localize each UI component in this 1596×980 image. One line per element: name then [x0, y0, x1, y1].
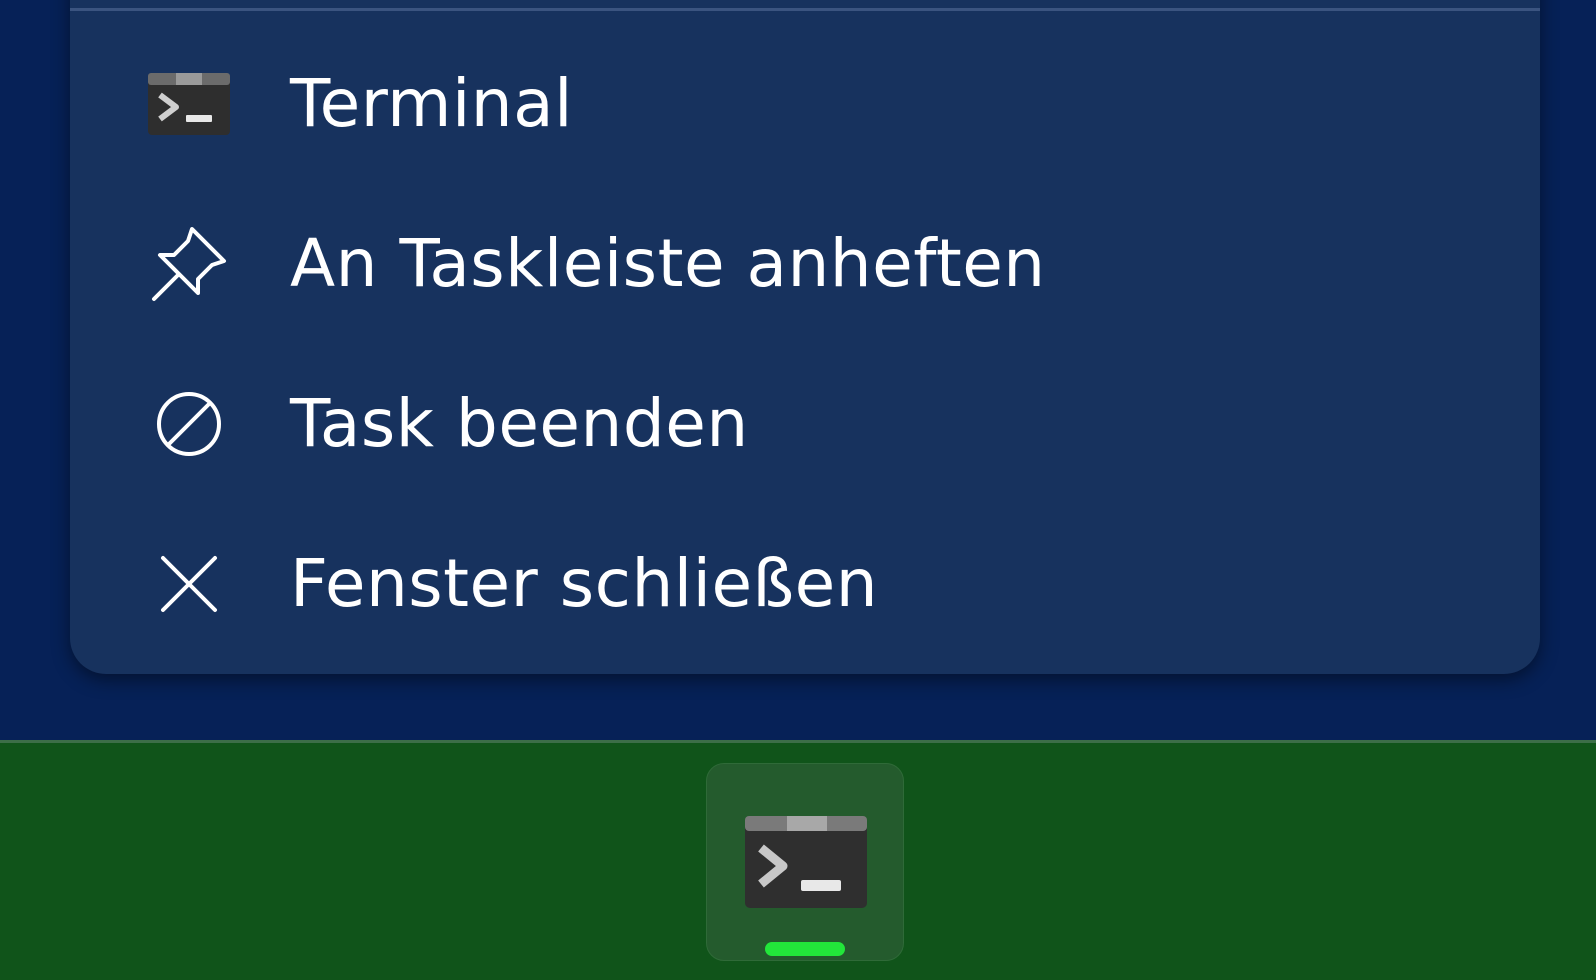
- menu-item-label: Fenster schließen: [290, 545, 879, 622]
- menu-item-pin-to-taskbar[interactable]: An Taskleiste anheften: [70, 194, 1540, 334]
- end-task-icon: [148, 383, 230, 465]
- menu-item-label: Task beenden: [290, 385, 749, 462]
- menu-item-end-task[interactable]: Task beenden: [70, 354, 1540, 494]
- menu-item-label: Terminal: [290, 65, 573, 142]
- running-indicator: [765, 942, 845, 956]
- taskbar-terminal-button[interactable]: [706, 763, 904, 961]
- taskbar-context-menu: Terminal An Taskleiste anheften Task bee…: [70, 0, 1540, 674]
- terminal-app-icon: [745, 816, 867, 908]
- menu-item-close-window[interactable]: Fenster schließen: [70, 514, 1540, 654]
- pin-icon: [148, 223, 230, 305]
- menu-divider: [70, 8, 1540, 11]
- taskbar: [0, 740, 1596, 980]
- close-icon: [148, 543, 230, 625]
- menu-item-terminal[interactable]: Terminal: [70, 34, 1540, 174]
- terminal-app-icon: [148, 63, 230, 145]
- menu-item-label: An Taskleiste anheften: [290, 225, 1046, 302]
